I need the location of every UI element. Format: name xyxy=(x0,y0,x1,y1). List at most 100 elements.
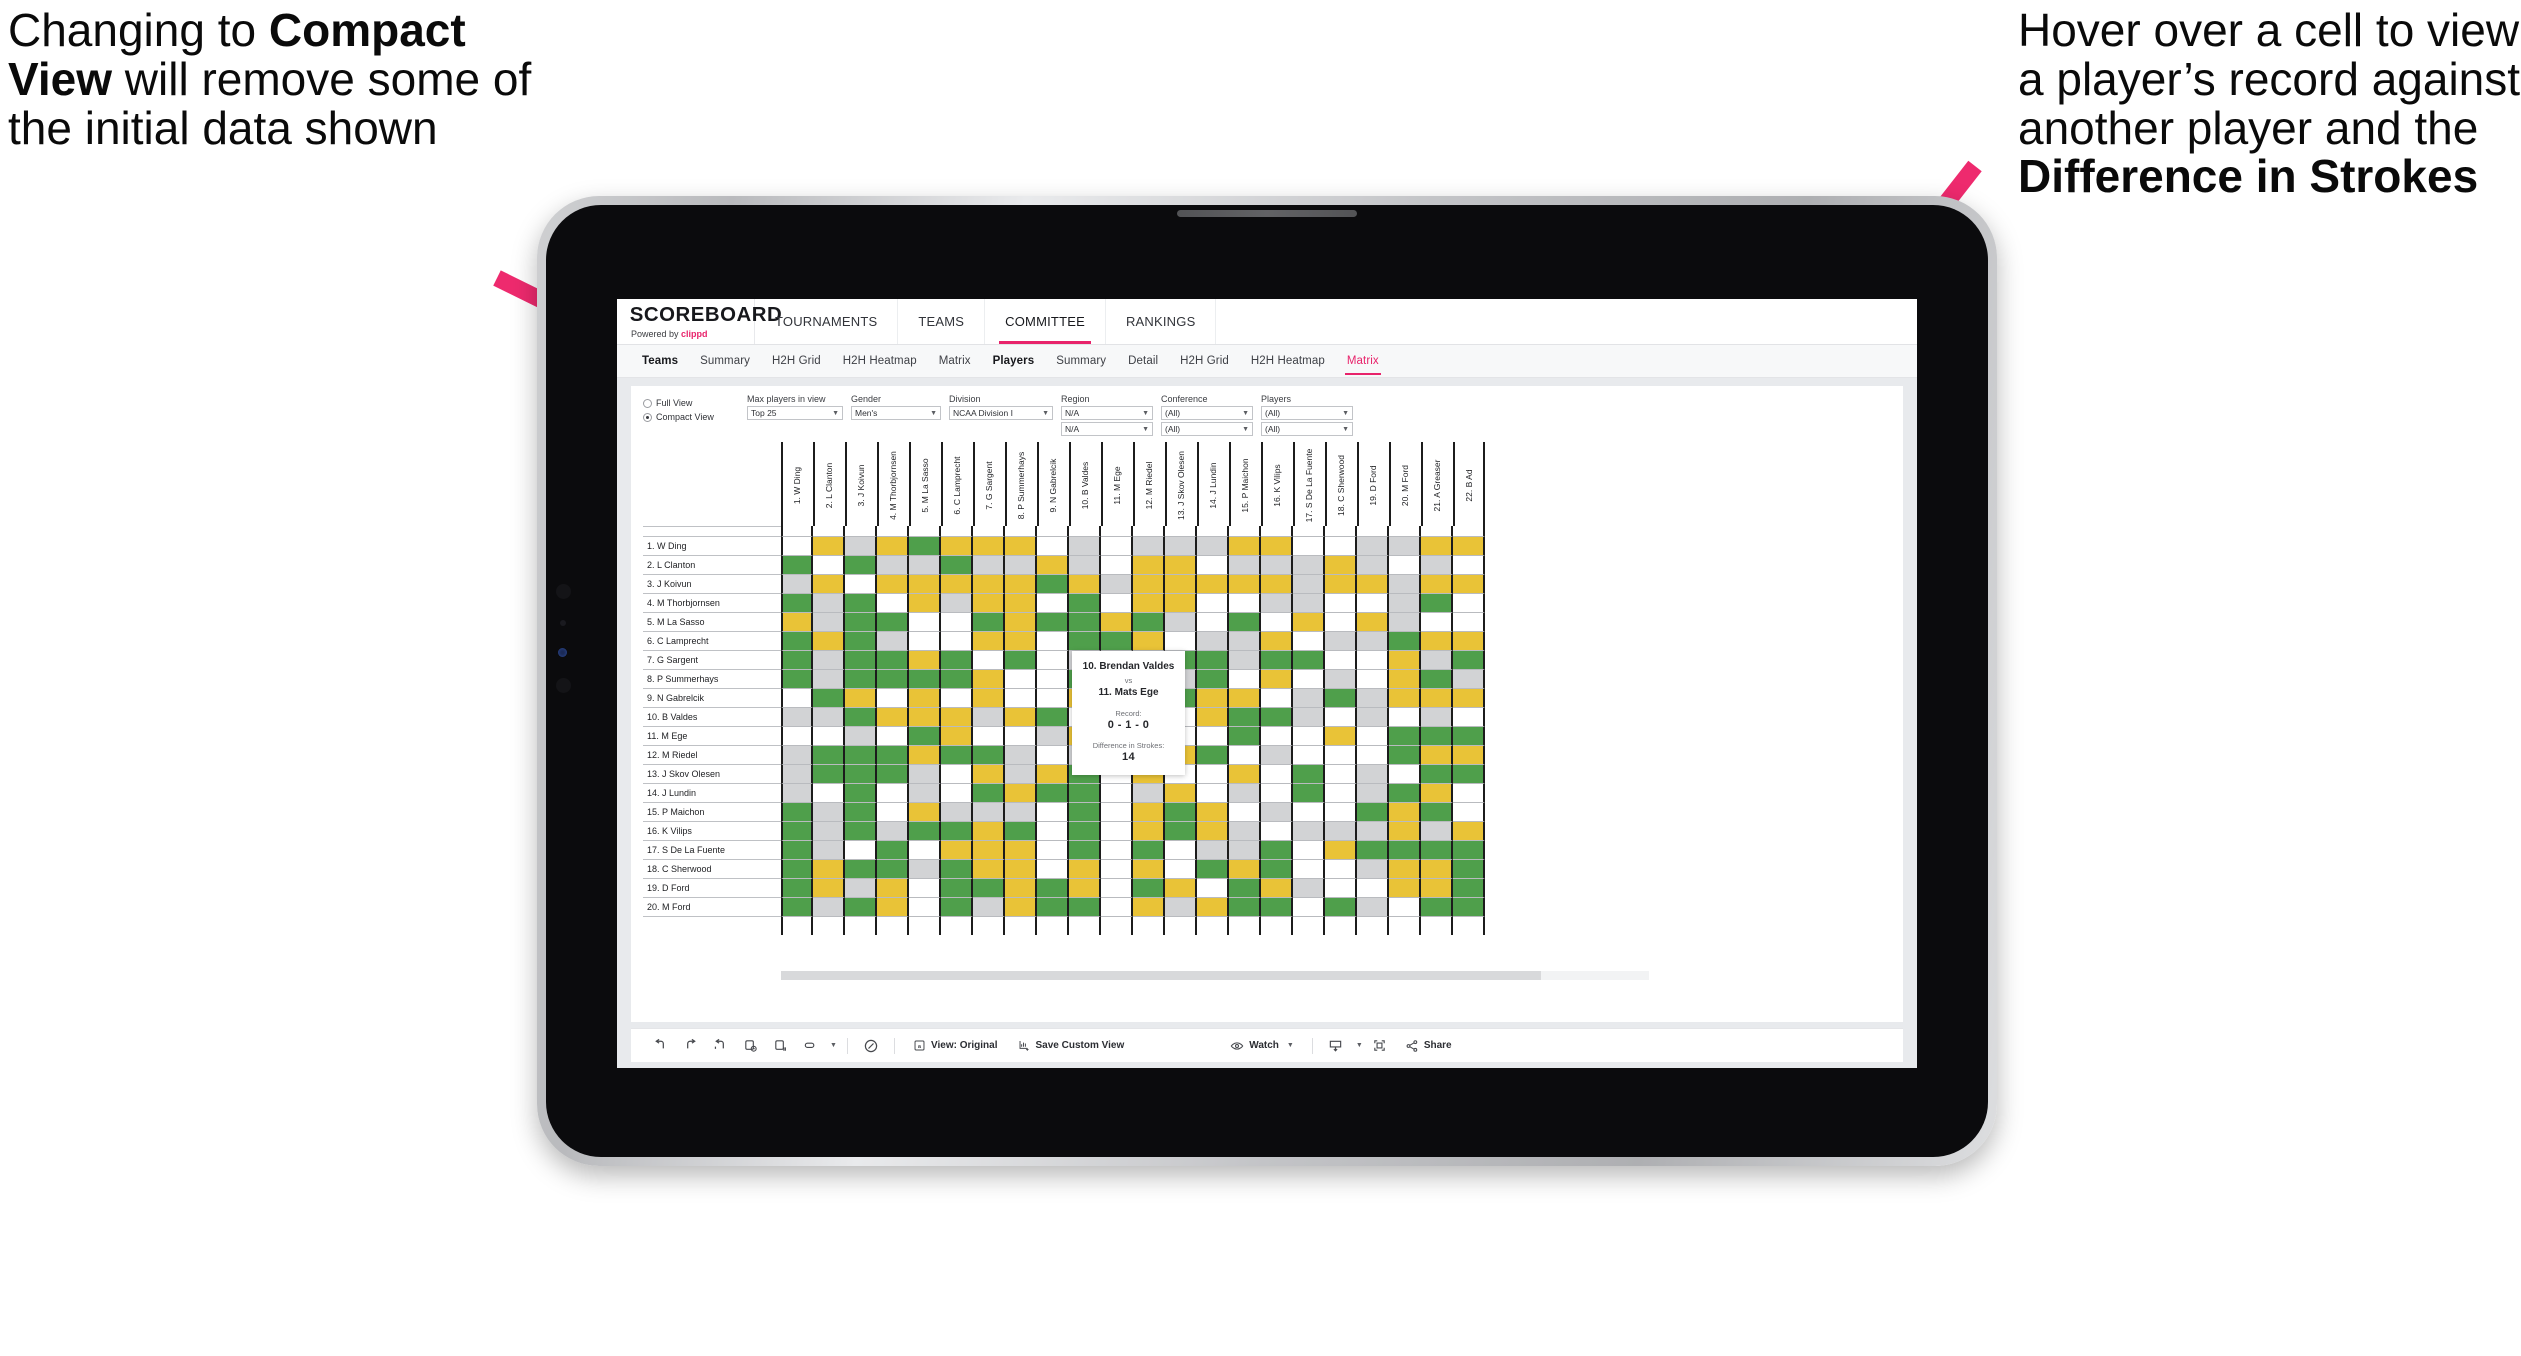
matrix-cell[interactable] xyxy=(1037,631,1069,650)
matrix-cell[interactable] xyxy=(1389,764,1421,783)
matrix-cell[interactable] xyxy=(973,631,1005,650)
filter-players-select-2[interactable]: (All) ▼ xyxy=(1261,422,1353,436)
matrix-cell[interactable] xyxy=(813,688,845,707)
matrix-cell[interactable] xyxy=(1037,840,1069,859)
scrollbar-thumb[interactable] xyxy=(781,971,1541,980)
matrix-cell[interactable] xyxy=(1357,574,1389,593)
share-button[interactable]: Share xyxy=(1395,1039,1462,1053)
download-icon[interactable] xyxy=(1321,1031,1351,1061)
matrix-cell[interactable] xyxy=(1037,859,1069,878)
matrix-cell[interactable] xyxy=(781,707,813,726)
matrix-cell[interactable] xyxy=(941,859,973,878)
matrix-cell[interactable] xyxy=(781,802,813,821)
matrix-cell[interactable] xyxy=(1229,707,1261,726)
matrix-cell[interactable] xyxy=(1005,821,1037,840)
matrix-cell[interactable] xyxy=(1261,593,1293,612)
matrix-cell[interactable] xyxy=(909,707,941,726)
radio-compact-view[interactable]: Compact View xyxy=(643,410,725,424)
matrix-cell[interactable] xyxy=(813,726,845,745)
matrix-cell[interactable] xyxy=(845,897,877,916)
matrix-cell[interactable] xyxy=(909,669,941,688)
matrix-cell[interactable] xyxy=(1357,897,1389,916)
matrix-cell[interactable] xyxy=(941,612,973,631)
matrix-cell[interactable] xyxy=(1101,897,1133,916)
matrix-cell[interactable] xyxy=(1325,916,1357,935)
matrix-cell[interactable] xyxy=(1133,536,1165,555)
subnav-players-h2h-grid[interactable]: H2H Grid xyxy=(1169,345,1240,378)
matrix-cell[interactable] xyxy=(1229,764,1261,783)
matrix-cell[interactable] xyxy=(1261,574,1293,593)
matrix-cell[interactable] xyxy=(1453,555,1485,574)
subnav-teams-h2h-grid[interactable]: H2H Grid xyxy=(761,345,832,378)
matrix-cell[interactable] xyxy=(1101,631,1133,650)
matrix-cell[interactable] xyxy=(1069,859,1101,878)
matrix-cell[interactable] xyxy=(845,707,877,726)
matrix-cell[interactable] xyxy=(813,536,845,555)
matrix-cell[interactable] xyxy=(1357,878,1389,897)
matrix-cell[interactable] xyxy=(1325,688,1357,707)
matrix-cell[interactable] xyxy=(1101,555,1133,574)
matrix-cell[interactable] xyxy=(1389,669,1421,688)
matrix-cell[interactable] xyxy=(877,840,909,859)
matrix-cell[interactable] xyxy=(1005,536,1037,555)
matrix-cell[interactable] xyxy=(1101,859,1133,878)
matrix-cell[interactable] xyxy=(781,783,813,802)
matrix-cell[interactable] xyxy=(909,536,941,555)
matrix-cell[interactable] xyxy=(1101,612,1133,631)
matrix-cell[interactable] xyxy=(1133,916,1165,935)
matrix-cell[interactable] xyxy=(1197,840,1229,859)
matrix-cell[interactable] xyxy=(1037,650,1069,669)
matrix-cell[interactable] xyxy=(941,726,973,745)
matrix-cell[interactable] xyxy=(1133,878,1165,897)
matrix-cell[interactable] xyxy=(1325,612,1357,631)
matrix-cell[interactable] xyxy=(1037,555,1069,574)
matrix-cell[interactable] xyxy=(1293,916,1325,935)
matrix-cell[interactable] xyxy=(813,897,845,916)
matrix-cell[interactable] xyxy=(813,593,845,612)
matrix-cell[interactable] xyxy=(941,688,973,707)
matrix-cell[interactable] xyxy=(1293,802,1325,821)
matrix-cell[interactable] xyxy=(1357,745,1389,764)
matrix-cell[interactable] xyxy=(1229,688,1261,707)
subnav-teams-summary[interactable]: Summary xyxy=(689,345,761,378)
download-dropdown-icon[interactable]: ▼ xyxy=(1351,1031,1365,1061)
matrix-cell[interactable] xyxy=(1005,897,1037,916)
matrix-cell[interactable] xyxy=(1133,821,1165,840)
matrix-cell[interactable] xyxy=(1261,916,1293,935)
matrix-cell[interactable] xyxy=(1421,783,1453,802)
matrix-cell[interactable] xyxy=(845,859,877,878)
matrix-cell[interactable] xyxy=(1421,726,1453,745)
matrix-cell[interactable] xyxy=(1037,707,1069,726)
matrix-cell[interactable] xyxy=(1133,802,1165,821)
zoom-icon[interactable] xyxy=(795,1031,825,1061)
matrix-cell[interactable] xyxy=(1357,916,1389,935)
matrix-cell[interactable] xyxy=(1293,555,1325,574)
matrix-cell[interactable] xyxy=(1037,745,1069,764)
matrix-cell[interactable] xyxy=(1453,726,1485,745)
matrix-cell[interactable] xyxy=(909,783,941,802)
matrix-cell[interactable] xyxy=(1421,878,1453,897)
matrix-cell[interactable] xyxy=(877,745,909,764)
matrix-cell[interactable] xyxy=(1069,631,1101,650)
matrix-cell[interactable] xyxy=(1197,555,1229,574)
matrix-cell[interactable] xyxy=(1229,783,1261,802)
matrix-cell[interactable] xyxy=(1261,840,1293,859)
h2h-matrix[interactable]: 1. W Ding2. L Clanton3. J Koivun4. M Tho… xyxy=(643,442,1893,992)
matrix-cell[interactable] xyxy=(845,878,877,897)
matrix-cell[interactable] xyxy=(909,593,941,612)
matrix-cell[interactable] xyxy=(1421,631,1453,650)
matrix-cell[interactable] xyxy=(781,536,813,555)
watch-button[interactable]: Watch ▼ xyxy=(1220,1039,1304,1053)
matrix-cell[interactable] xyxy=(1453,593,1485,612)
matrix-cell[interactable] xyxy=(1197,821,1229,840)
matrix-cell[interactable] xyxy=(813,859,845,878)
matrix-cell[interactable] xyxy=(781,821,813,840)
matrix-cell[interactable] xyxy=(1453,574,1485,593)
matrix-cell[interactable] xyxy=(1197,707,1229,726)
matrix-cell[interactable] xyxy=(813,916,845,935)
matrix-cell[interactable] xyxy=(1453,897,1485,916)
matrix-cell[interactable] xyxy=(781,764,813,783)
matrix-cell[interactable] xyxy=(1197,688,1229,707)
matrix-cell[interactable] xyxy=(877,764,909,783)
matrix-cell[interactable] xyxy=(1293,745,1325,764)
